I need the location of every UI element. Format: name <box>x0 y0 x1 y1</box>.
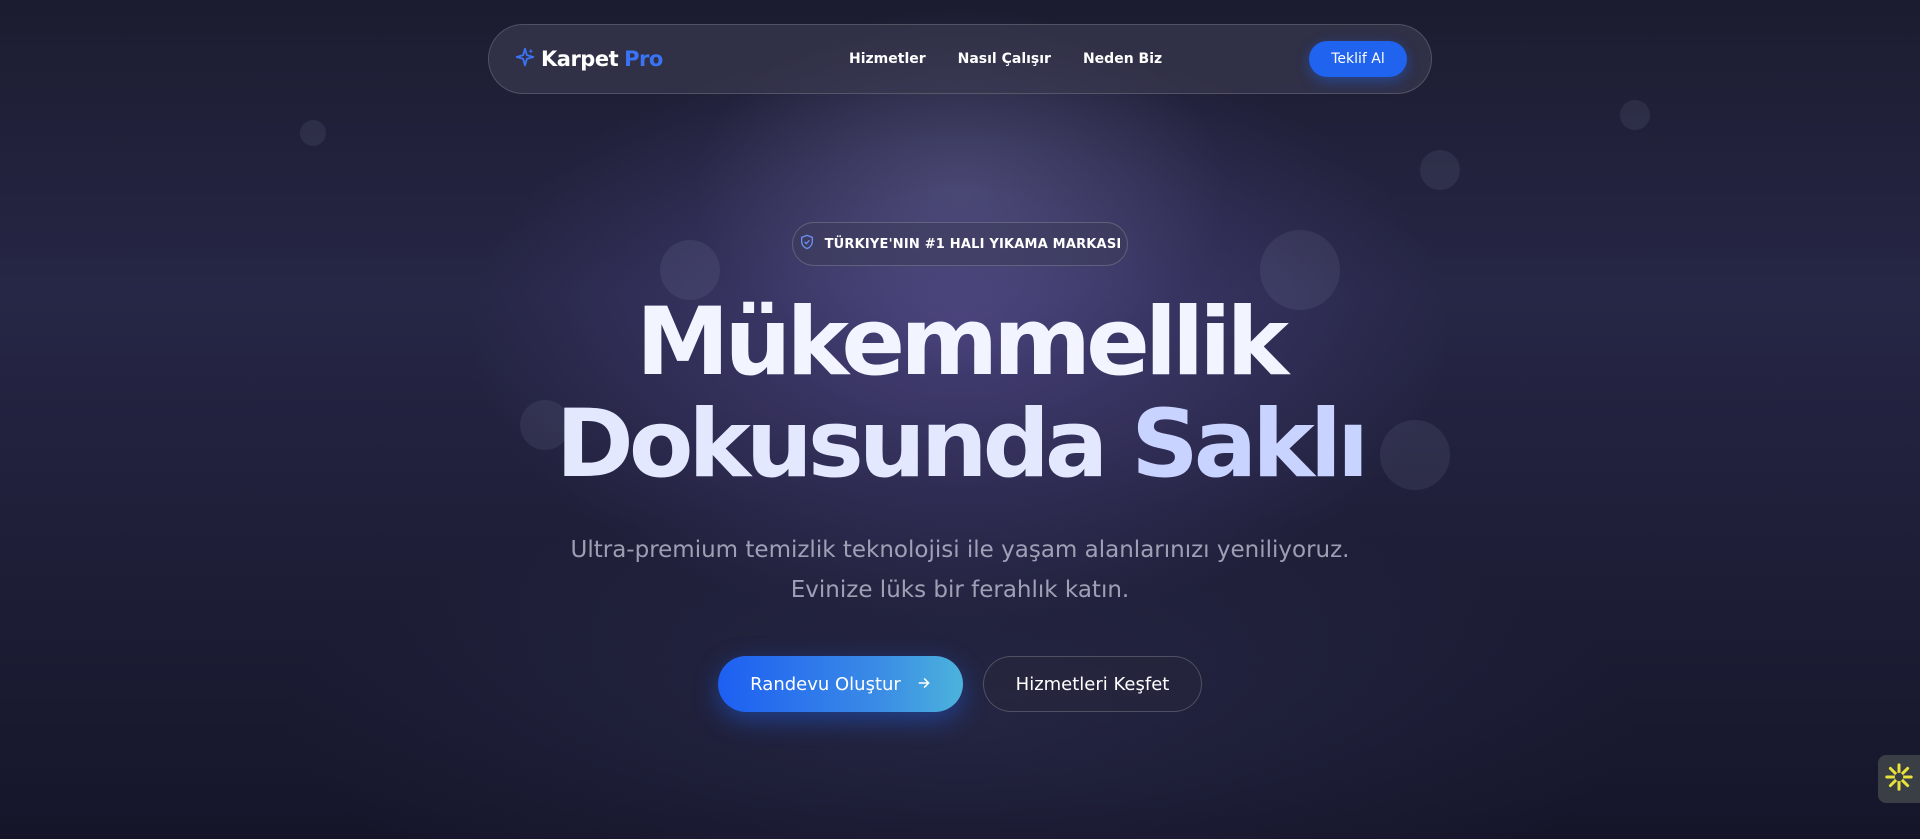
nav-link-hizmetler[interactable]: Hizmetler <box>849 51 926 67</box>
brand-name-accent: Pro <box>624 47 663 71</box>
quote-button[interactable]: Teklif Al <box>1309 41 1407 77</box>
arrow-right-icon <box>917 674 931 695</box>
headline-line-2: Dokusunda Saklı <box>0 394 1920 496</box>
explore-services-button[interactable]: Hizmetleri Keşfet <box>983 656 1202 712</box>
shield-check-icon <box>799 234 815 254</box>
hero-headline: Mükemmellik Dokusunda Saklı <box>0 292 1920 496</box>
headline-word-sakli: Saklı <box>1131 390 1369 499</box>
sparkle-icon <box>515 47 535 72</box>
nav-link-nasil-calisir[interactable]: Nasıl Çalışır <box>958 51 1051 67</box>
hero-subtitle: Ultra-premium temizlik teknolojisi ile y… <box>0 530 1920 610</box>
brand-name: Karpet <box>541 47 619 71</box>
create-appointment-label: Randevu Oluştur <box>750 673 901 695</box>
top-navbar: Karpet Pro Hizmetler Nasıl Çalışır Neden… <box>488 24 1432 94</box>
create-appointment-button[interactable]: Randevu Oluştur <box>718 656 963 712</box>
headline-word-dokusunda: Dokusunda <box>555 390 1109 499</box>
subtitle-line-2: Evinize lüks bir ferahlık katın. <box>790 577 1130 603</box>
headline-line-1: Mükemmellik <box>635 288 1289 397</box>
floating-widget-button[interactable] <box>1878 755 1920 803</box>
hero-badge: TÜRKIYE'NIN #1 HALI YIKAMA MARKASI <box>792 222 1128 266</box>
subtitle-line-1: Ultra-premium temizlik teknolojisi ile y… <box>570 537 1350 563</box>
asterisk-flower-icon <box>1884 762 1914 796</box>
brand-logo[interactable]: Karpet Pro <box>515 47 663 72</box>
nav-links: Hizmetler Nasıl Çalışır Neden Biz <box>849 51 1162 67</box>
nav-link-neden-biz[interactable]: Neden Biz <box>1083 51 1162 67</box>
badge-text: TÜRKIYE'NIN #1 HALI YIKAMA MARKASI <box>824 236 1122 252</box>
